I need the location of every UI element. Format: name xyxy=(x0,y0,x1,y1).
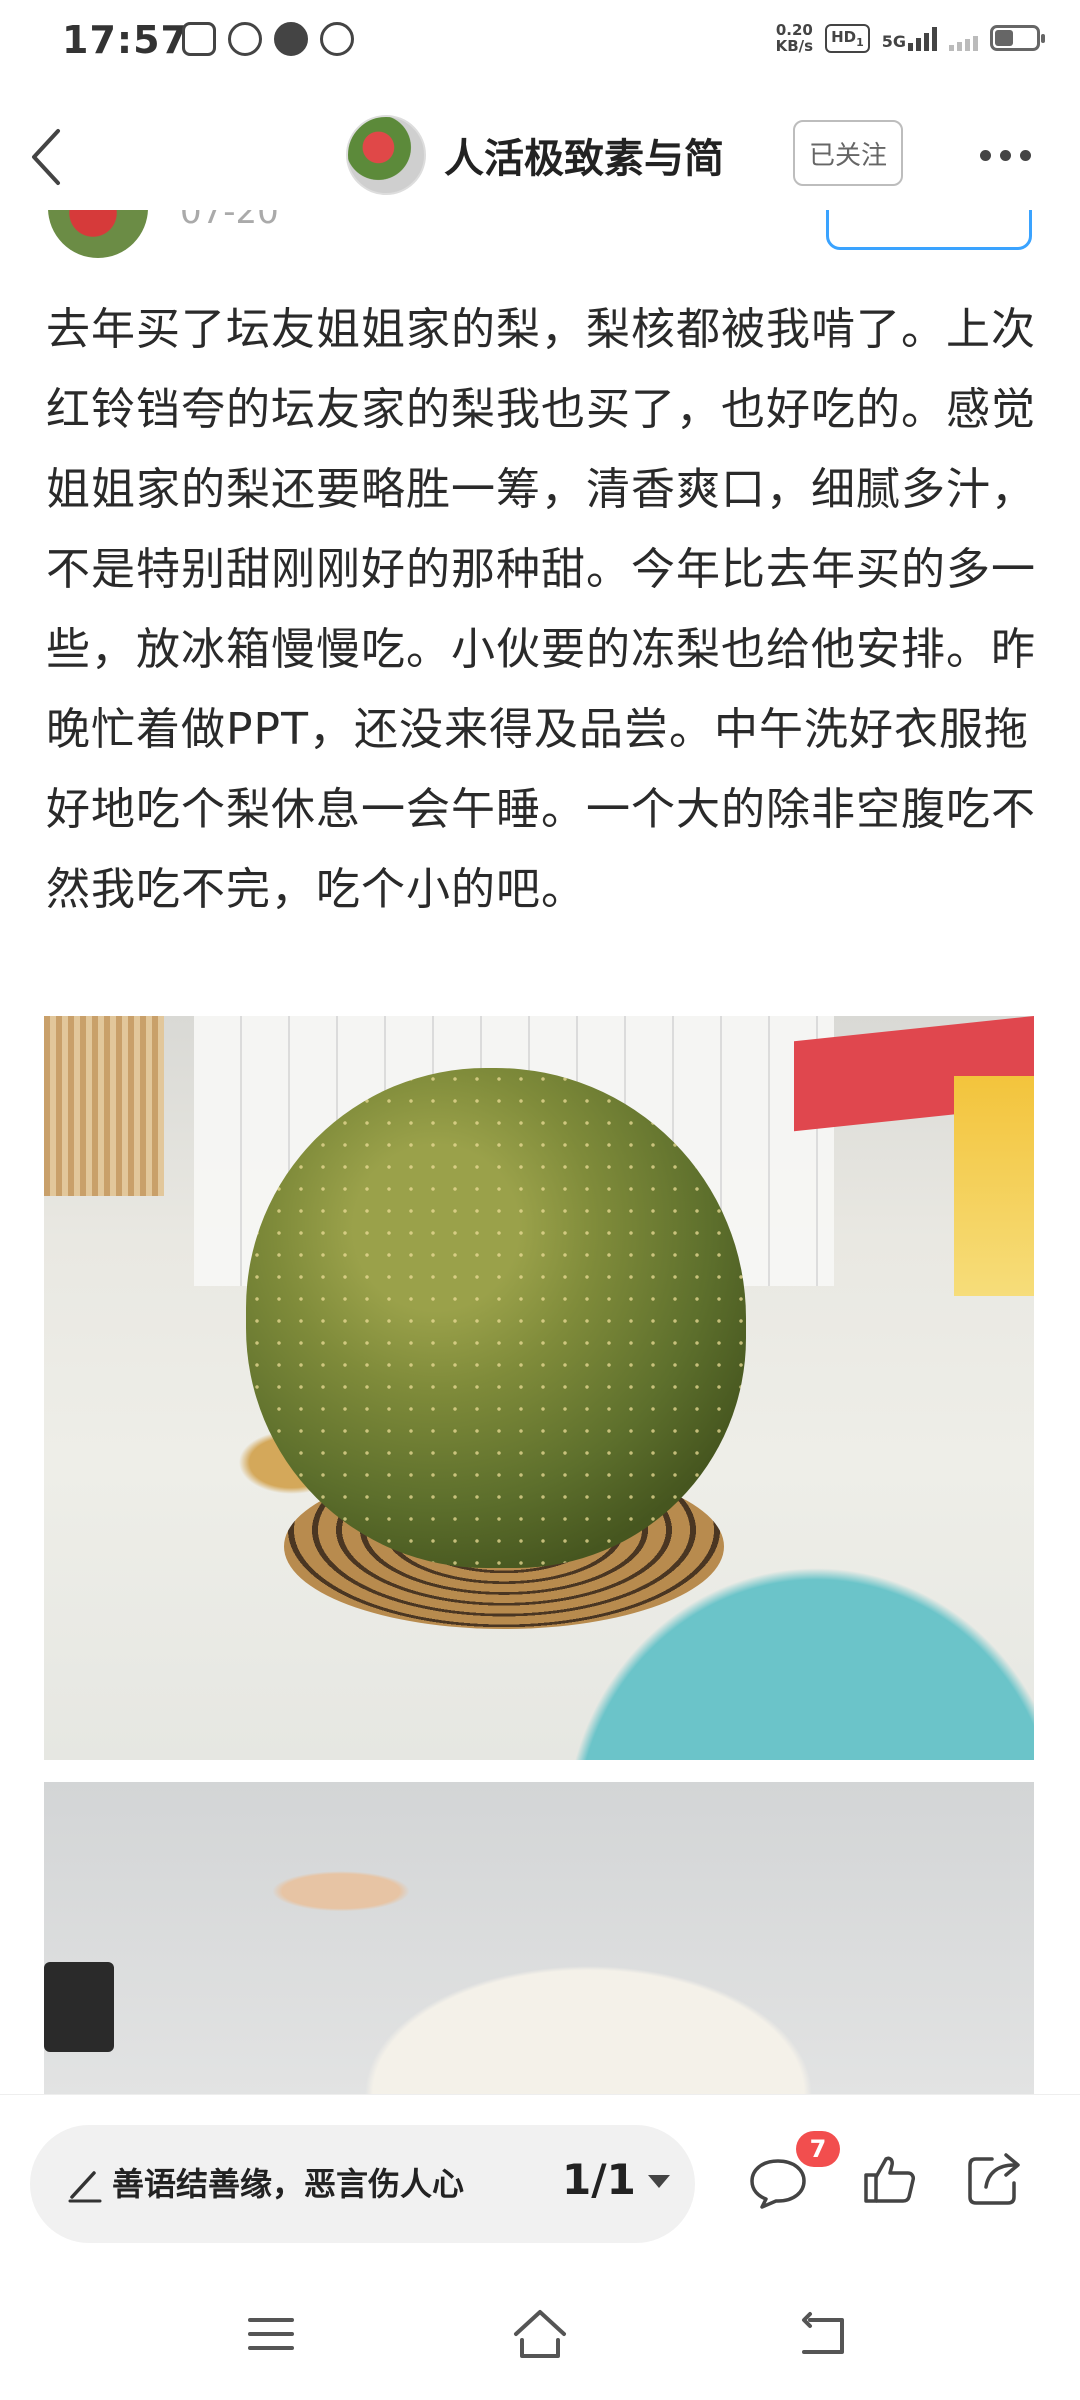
yellow-package xyxy=(954,1076,1034,1296)
page-indicator-text: 1/1 xyxy=(562,2155,636,2204)
battery-icon xyxy=(990,25,1045,51)
follow-button[interactable]: 已关注 xyxy=(793,120,903,186)
game-icon xyxy=(228,22,262,56)
sports-icon xyxy=(320,22,354,56)
post-detail-screen: 17:57 0.20 KB/s HD1 5G 人活极致素与简 已关注 07-20… xyxy=(0,0,1080,2400)
pear xyxy=(246,1068,746,1568)
post-meta-row: 07-20 xyxy=(0,210,1080,258)
system-navigation-bar xyxy=(0,2274,1080,2400)
comment-count-badge: 7 xyxy=(796,2131,840,2167)
top-app-bar: 人活极致素与简 已关注 xyxy=(0,105,1080,210)
status-bar: 17:57 0.20 KB/s HD1 5G xyxy=(0,0,1080,90)
follow-button-secondary[interactable] xyxy=(826,210,1032,250)
network-speed: 0.20 KB/s xyxy=(776,22,813,54)
signal-bars-icon xyxy=(908,25,937,51)
gallery-icon xyxy=(182,22,216,56)
pencil-icon xyxy=(68,2171,102,2203)
dark-object xyxy=(44,1962,114,2052)
comment-icon[interactable] xyxy=(748,2155,808,2211)
hd-label: HD xyxy=(831,27,857,46)
post-body-text: 去年买了坛友姐姐家的梨，梨核都被我啃了。上次红铃铛夸的坛友家的梨我也买了，也好吃… xyxy=(46,304,1036,915)
more-options-icon[interactable] xyxy=(980,140,1036,170)
hd-icon: HD1 xyxy=(825,23,870,53)
author-name[interactable]: 人活极致素与简 xyxy=(444,126,724,184)
toothpick-holder xyxy=(44,1016,164,1196)
share-icon[interactable] xyxy=(966,2149,1024,2207)
hd-sub: 1 xyxy=(856,35,864,49)
post-image-sliced-pear[interactable] xyxy=(44,1782,1034,2094)
back-arrow-icon[interactable] xyxy=(28,127,68,187)
post-image-pear[interactable] xyxy=(44,1016,1034,1760)
thumbs-up-icon[interactable] xyxy=(862,2151,918,2207)
notification-icons xyxy=(182,22,354,56)
back-icon[interactable] xyxy=(796,2310,850,2358)
signal-5g: 5G xyxy=(882,25,937,51)
comment-input[interactable]: 善语结善缘，恶言伤人心 1/1 xyxy=(30,2125,695,2243)
signal-bars-secondary-icon xyxy=(949,25,978,51)
author-avatar[interactable] xyxy=(346,115,426,195)
comment-placeholder: 善语结善缘，恶言伤人心 xyxy=(112,2165,465,2203)
speed-unit: KB/s xyxy=(775,37,814,55)
page-selector[interactable]: 1/1 xyxy=(562,2155,670,2204)
network-label: 5G xyxy=(881,32,906,51)
author-info[interactable]: 人活极致素与简 xyxy=(346,115,724,195)
status-time: 17:57 xyxy=(62,18,188,62)
speed-value: 0.20 xyxy=(775,21,813,39)
poster-avatar[interactable] xyxy=(48,210,148,258)
recent-apps-icon[interactable] xyxy=(246,2314,296,2354)
system-status: 0.20 KB/s HD1 5G xyxy=(776,22,1045,54)
chat-icon xyxy=(274,22,308,56)
home-icon[interactable] xyxy=(510,2306,570,2362)
post-date: 07-20 xyxy=(180,210,279,232)
chevron-down-icon xyxy=(647,2175,670,2188)
bottom-action-bar: 善语结善缘，恶言伤人心 1/1 7 xyxy=(0,2094,1080,2275)
